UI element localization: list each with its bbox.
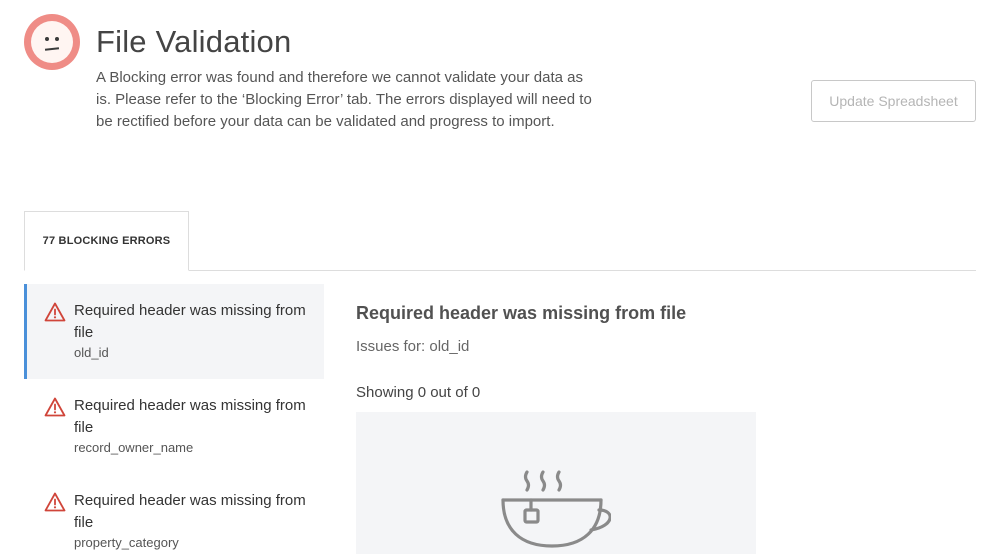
showing-count: Showing 0 out of 0 [356,384,481,401]
update-spreadsheet-button[interactable]: Update Spreadsheet [811,80,976,122]
sad-face-icon [24,14,80,70]
detail-title: Required header was missing from file [356,303,687,323]
page-title: File Validation [96,24,292,59]
empty-results-panel [356,412,756,554]
error-list-item[interactable]: Required header was missing from file pr… [24,474,324,554]
error-title: Required header was missing from file [74,302,306,341]
page-description: A Blocking error was found and therefore… [96,69,592,130]
warning-icon [44,492,66,512]
error-title: Required header was missing from file [74,492,306,531]
tab-blocking-errors[interactable]: 77 BLOCKING ERRORS [24,211,189,271]
warning-icon [44,397,66,417]
error-field: record_owner_name [74,440,194,455]
warning-icon [44,302,66,322]
issues-for-label: Issues for: old_id [356,338,470,355]
error-field: property_category [74,535,179,550]
error-list: Required header was missing from file ol… [24,284,324,554]
error-list-item[interactable]: Required header was missing from file re… [24,379,324,474]
teacup-icon [501,470,611,548]
error-title: Required header was missing from file [74,397,306,436]
error-field: old_id [74,345,109,360]
error-list-item[interactable]: Required header was missing from file ol… [24,284,324,379]
